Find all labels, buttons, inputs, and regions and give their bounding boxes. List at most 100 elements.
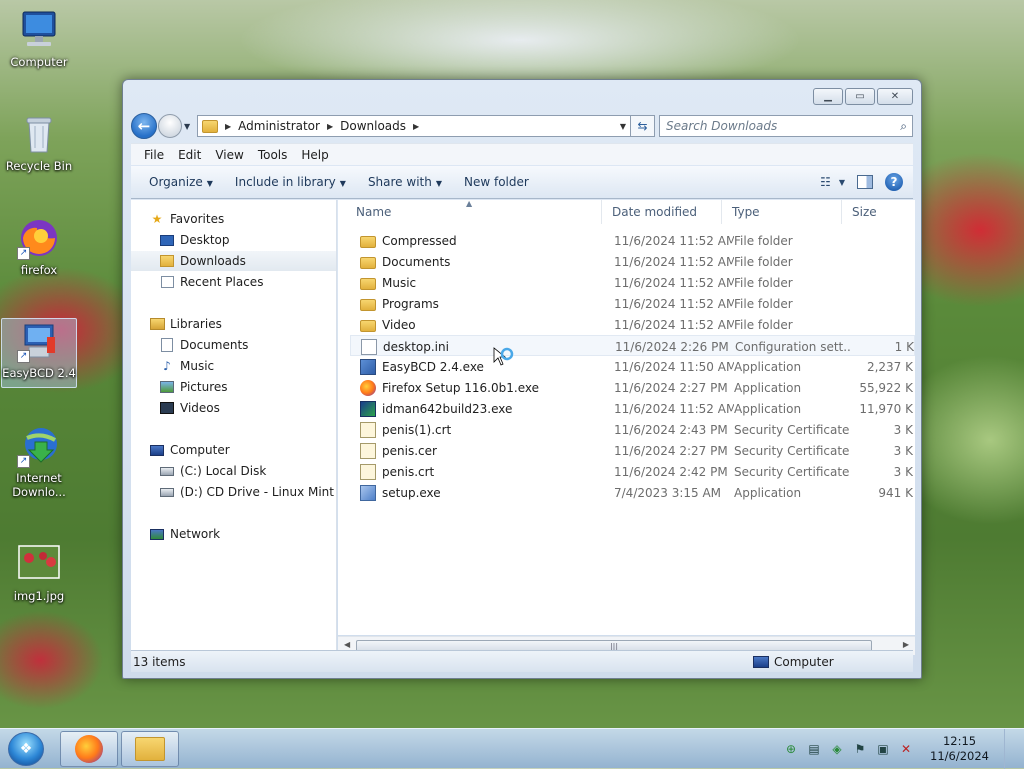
preview-pane-button[interactable] bbox=[857, 175, 873, 189]
file-row[interactable]: Music 11/6/2024 11:52 AM File folder bbox=[350, 272, 915, 293]
busy-cursor-icon bbox=[492, 346, 514, 368]
clock[interactable]: 12:15 11/6/2024 bbox=[930, 734, 989, 764]
minimize-button[interactable]: ▁ bbox=[813, 88, 843, 105]
file-size: 55,922 K bbox=[859, 380, 913, 395]
organize-button[interactable]: Organize ▼ bbox=[141, 175, 221, 189]
menu-tools[interactable]: Tools bbox=[251, 148, 295, 162]
nav-local-disk[interactable]: (C:) Local Disk bbox=[159, 461, 266, 481]
clock-date: 11/6/2024 bbox=[930, 749, 989, 763]
nav-pictures[interactable]: Pictures bbox=[159, 377, 228, 397]
chevron-down-icon: ▼ bbox=[435, 179, 442, 188]
desktop-icon-easybcd[interactable]: ↗ EasyBCD 2.4 bbox=[1, 318, 77, 388]
refresh-icon: ⇆ bbox=[637, 119, 648, 133]
file-name: Compressed bbox=[382, 233, 457, 248]
file-row[interactable]: setup.exe 7/4/2023 3:15 AM Application 9… bbox=[350, 482, 915, 503]
include-in-library-button[interactable]: Include in library ▼ bbox=[227, 175, 354, 189]
breadcrumb-administrator[interactable]: Administrator bbox=[238, 119, 320, 133]
nav-desktop[interactable]: Desktop bbox=[159, 230, 230, 250]
column-header-name[interactable]: Name ▲ bbox=[346, 200, 602, 224]
desktop-icon-label: Computer bbox=[10, 55, 68, 69]
firefox-icon bbox=[360, 379, 376, 396]
maximize-button[interactable]: ▭ bbox=[845, 88, 875, 105]
nav-downloads[interactable]: Downloads bbox=[131, 251, 336, 271]
desktop-icon-internet-download-manager[interactable]: ↗ Internet Downlo... bbox=[1, 424, 77, 499]
clipboard-icon[interactable]: ▤ bbox=[807, 742, 821, 756]
certificate-icon bbox=[360, 421, 376, 438]
file-row[interactable]: penis(1).crt 11/6/2024 2:43 PM Security … bbox=[350, 419, 915, 440]
view-options-button[interactable]: ☷ ▼ bbox=[820, 175, 845, 189]
system-tray: ⊕ ▤ ◈ ⚑ ▣ ✕ 12:15 11/6/2024 bbox=[784, 729, 1016, 769]
taskbar-explorer[interactable] bbox=[121, 731, 179, 767]
desktop-icon-recycle-bin[interactable]: Recycle Bin bbox=[1, 112, 77, 173]
search-input[interactable]: Search Downloads ⌕ bbox=[659, 115, 913, 137]
column-header-type[interactable]: Type bbox=[722, 200, 842, 224]
file-name: setup.exe bbox=[382, 485, 441, 500]
nav-favorites[interactable]: ★ Favorites bbox=[149, 209, 225, 229]
file-name: Programs bbox=[382, 296, 439, 311]
nav-computer[interactable]: Computer bbox=[149, 440, 230, 460]
desktop-icon bbox=[159, 232, 175, 248]
nav-music[interactable]: ♪ Music bbox=[159, 356, 214, 376]
breadcrumb-separator-icon[interactable]: ▶ bbox=[225, 122, 231, 131]
file-row[interactable]: Programs 11/6/2024 11:52 AM File folder bbox=[350, 293, 915, 314]
nav-network[interactable]: Network bbox=[149, 524, 220, 544]
folder-nav-icon bbox=[202, 119, 218, 133]
action-center-flag-icon[interactable]: ⚑ bbox=[853, 742, 867, 756]
back-button[interactable]: ← bbox=[131, 113, 157, 139]
search-icon[interactable]: ⌕ bbox=[900, 119, 907, 134]
desktop-icon-firefox[interactable]: ↗ firefox bbox=[1, 216, 77, 277]
file-row[interactable]: Video 11/6/2024 11:52 AM File folder bbox=[350, 314, 915, 335]
file-row[interactable]: penis.cer 11/6/2024 2:27 PM Security Cer… bbox=[350, 440, 915, 461]
menu-edit[interactable]: Edit bbox=[171, 148, 208, 162]
menu-file[interactable]: File bbox=[137, 148, 171, 162]
taskbar-firefox[interactable] bbox=[60, 731, 118, 767]
file-row[interactable]: Firefox Setup 116.0b1.exe 11/6/2024 2:27… bbox=[350, 377, 915, 398]
breadcrumb-downloads[interactable]: Downloads bbox=[340, 119, 406, 133]
scroll-right-icon[interactable]: ▶ bbox=[903, 640, 909, 649]
volume-muted-icon[interactable]: ✕ bbox=[899, 742, 913, 756]
nav-libraries[interactable]: Libraries bbox=[149, 314, 222, 334]
file-row[interactable]: penis.crt 11/6/2024 2:42 PM Security Cer… bbox=[350, 461, 915, 482]
file-date: 11/6/2024 11:52 AM bbox=[614, 233, 734, 248]
nav-cd-drive-label: (D:) CD Drive - Linux Mint 21. bbox=[180, 485, 336, 499]
show-desktop-button[interactable] bbox=[1004, 729, 1016, 769]
file-date: 11/6/2024 11:52 AM bbox=[614, 275, 734, 290]
menu-view[interactable]: View bbox=[208, 148, 250, 162]
help-button[interactable]: ? bbox=[885, 173, 903, 191]
column-header-size[interactable]: Size bbox=[842, 200, 915, 224]
nav-documents[interactable]: Documents bbox=[159, 335, 248, 355]
search-placeholder: Search Downloads bbox=[666, 119, 778, 133]
file-row[interactable]: Compressed 11/6/2024 11:52 AM File folde… bbox=[350, 230, 915, 251]
column-header-date[interactable]: Date modified bbox=[602, 200, 722, 224]
recent-pages-dropdown[interactable]: ▼ bbox=[184, 122, 194, 131]
address-dropdown-icon[interactable]: ▼ bbox=[620, 122, 626, 131]
new-folder-button[interactable]: New folder bbox=[456, 175, 537, 189]
file-row[interactable]: EasyBCD 2.4.exe 11/6/2024 11:50 AM Appli… bbox=[350, 356, 915, 377]
file-date: 11/6/2024 11:52 AM bbox=[614, 296, 734, 311]
network-connection-icon[interactable]: ▣ bbox=[876, 742, 890, 756]
forward-button[interactable] bbox=[158, 114, 182, 138]
address-bar[interactable]: ▶ Administrator ▶ Downloads ▶ ▼ bbox=[197, 115, 631, 137]
file-row[interactable]: desktop.ini 11/6/2024 2:26 PM Configurat… bbox=[350, 335, 915, 356]
security-shield-icon[interactable]: ◈ bbox=[830, 742, 844, 756]
nav-recent-places[interactable]: Recent Places bbox=[159, 272, 263, 292]
music-icon: ♪ bbox=[163, 359, 171, 373]
file-row[interactable]: Documents 11/6/2024 11:52 AM File folder bbox=[350, 251, 915, 272]
hard-drive-icon bbox=[159, 463, 175, 479]
breadcrumb-separator-icon[interactable]: ▶ bbox=[327, 122, 333, 131]
refresh-button[interactable]: ⇆ bbox=[631, 115, 655, 137]
desktop-icon-img1[interactable]: img1.jpg bbox=[1, 542, 77, 603]
close-button[interactable]: ✕ bbox=[877, 88, 913, 105]
menu-help[interactable]: Help bbox=[294, 148, 335, 162]
start-button[interactable]: ❖ bbox=[8, 732, 44, 766]
desktop-icon-computer[interactable]: Computer bbox=[1, 8, 77, 69]
file-row[interactable]: idman642build23.exe 11/6/2024 11:52 AM A… bbox=[350, 398, 915, 419]
scroll-left-icon[interactable]: ◀ bbox=[344, 640, 350, 649]
nav-cd-drive[interactable]: (D:) CD Drive - Linux Mint 21. bbox=[159, 482, 336, 502]
item-count: 13 items bbox=[133, 654, 186, 669]
nav-videos[interactable]: Videos bbox=[159, 398, 220, 418]
file-name: Music bbox=[382, 275, 417, 290]
breadcrumb-separator-icon[interactable]: ▶ bbox=[413, 122, 419, 131]
share-with-button[interactable]: Share with ▼ bbox=[360, 175, 450, 189]
network-globe-icon[interactable]: ⊕ bbox=[784, 742, 798, 756]
